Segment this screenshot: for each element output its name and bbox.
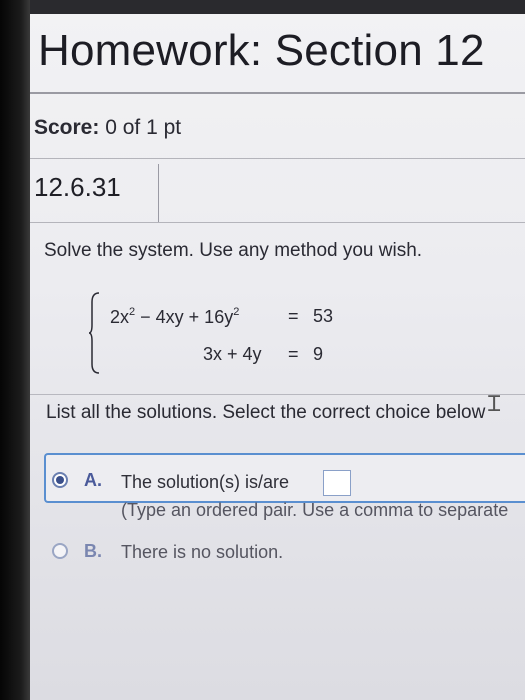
choice-a-radio[interactable] [52, 472, 68, 488]
choice-b-text[interactable]: There is no solution. [121, 542, 283, 563]
choice-b-radio[interactable] [52, 543, 68, 559]
answer-input[interactable] [323, 470, 351, 496]
monitor-bezel [0, 0, 30, 700]
choice-a-letter: A. [84, 470, 102, 490]
choice-a-hint: (Type an ordered pair. Use a comma to se… [121, 500, 509, 520]
choice-b-letter: B. [84, 541, 102, 561]
choices-region: A. The solution(s) is/are (Type an order… [30, 0, 525, 700]
choice-a-text: The solution(s) is/are [121, 472, 290, 492]
